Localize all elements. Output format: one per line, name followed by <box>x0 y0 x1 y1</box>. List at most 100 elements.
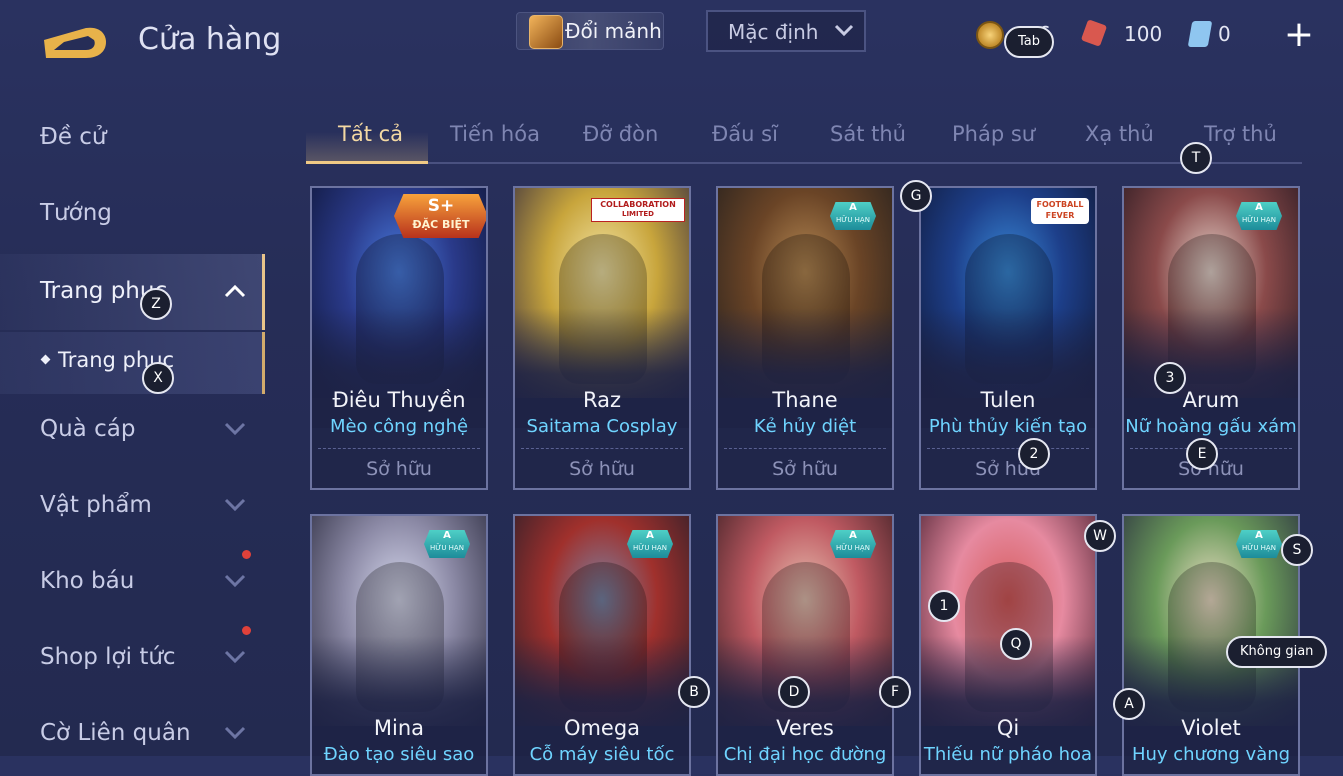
back-arrow-icon[interactable] <box>40 22 108 62</box>
bullet-icon <box>40 354 51 365</box>
tab-assassin[interactable]: Sát thủ <box>830 122 906 146</box>
rarity-badge: S+ ĐẶC BIỆT <box>394 194 486 238</box>
sidebar-item-heroes[interactable]: Tướng <box>0 180 262 250</box>
badge-note: HỮU HẠN <box>430 544 464 552</box>
badge-rank: A <box>646 530 654 541</box>
gem-counter: 100 <box>1080 19 1164 50</box>
card-icon <box>1187 21 1213 47</box>
coin-icon <box>976 21 1004 49</box>
skin-name: Cỗ máy siêu tốc <box>529 744 675 765</box>
skin-name: Kẻ hủy diệt <box>753 416 857 437</box>
sort-dropdown[interactable]: Mặc định <box>706 10 866 52</box>
hero-name: Raz <box>582 388 622 412</box>
skin-card[interactable]: FOOTBALL FEVER Tulen Phù thủy kiến tạo Sở hữ… <box>919 186 1097 490</box>
key-hint-badge: Z <box>140 288 172 320</box>
card-divider <box>521 448 683 450</box>
tab-all[interactable]: Tất cả <box>338 122 403 146</box>
key-hint-badge: F <box>879 676 911 708</box>
gem-icon <box>1080 19 1108 47</box>
hero-name: Veres <box>776 716 834 740</box>
sidebar: Đề cử Tướng Trang phục Trang phục Quà cá… <box>0 100 265 756</box>
card-divider <box>927 448 1089 450</box>
key-hint-badge: 3 <box>1154 362 1186 394</box>
tab-support[interactable]: Trợ thủ <box>1204 122 1277 146</box>
sidebar-item-label: Quà cáp <box>40 416 136 442</box>
sidebar-item-label: Kho báu <box>40 568 135 594</box>
add-currency-button[interactable]: + <box>1283 17 1315 53</box>
key-hint-badge: W <box>1084 520 1116 552</box>
hero-name: Điêu Thuyền <box>332 388 466 412</box>
sidebar-item-gifts[interactable]: Quà cáp <box>0 396 262 466</box>
key-hint-badge: Không gian <box>1226 636 1328 668</box>
sidebar-item-recommended[interactable]: Đề cử <box>0 104 262 174</box>
exchange-shards-button[interactable]: Đổi mảnh <box>516 12 664 50</box>
skin-name: Nữ hoàng gấu xám <box>1125 416 1297 437</box>
hero-name: Violet <box>1181 716 1241 740</box>
shard-chest-icon <box>529 15 563 49</box>
badge-note: HỮU HẠN <box>836 544 870 552</box>
card-counter: 0 <box>1187 20 1250 50</box>
badge-rank: A <box>849 202 857 213</box>
badge-rank: A <box>1255 530 1263 541</box>
skin-name: Chị đại học đường <box>723 744 887 765</box>
sidebar-item-chess[interactable]: Cờ Liên quân <box>0 700 262 770</box>
badge-rank: A <box>443 530 451 541</box>
sidebar-item-label: Tướng <box>40 200 112 226</box>
key-hint-badge: Q <box>1000 628 1032 660</box>
skin-card[interactable]: S+ ĐẶC BIỆT Điêu Thuyền Mèo công nghệ Sở hữu <box>310 186 488 490</box>
badge-rank: FOOTBALL <box>1036 200 1084 209</box>
notification-dot <box>242 550 251 559</box>
tab-evolution[interactable]: Tiến hóa <box>450 122 540 146</box>
sidebar-item-profit-shop[interactable]: Shop lợi tức <box>0 624 262 694</box>
skin-name: Phù thủy kiến tạo <box>928 416 1088 437</box>
skin-name: Thiếu nữ pháo hoa <box>923 744 1093 765</box>
hero-name: Mina <box>373 716 425 740</box>
tab-fighter[interactable]: Đấu sĩ <box>712 122 778 146</box>
badge-note: HỮU HẠN <box>836 216 870 224</box>
skin-card[interactable]: A HỮU HẠN Veres Chị đại học đường <box>716 514 894 776</box>
chevron-down-icon <box>834 24 854 37</box>
key-hint-badge: G <box>900 180 932 212</box>
skin-card[interactable]: COLLABORATION LIMITED Raz Saitama Cosplay Sở… <box>513 186 691 490</box>
category-tabs: Tất cả Tiến hóa Đỡ đòn Đấu sĩ Sát thủ Ph… <box>306 116 1302 164</box>
chevron-up-icon <box>224 284 246 298</box>
sidebar-subitem-skins[interactable]: Trang phục <box>0 332 265 394</box>
skin-card[interactable]: A HỮU HẠN Omega Cỗ máy siêu tốc <box>513 514 691 776</box>
notification-dot <box>242 626 251 635</box>
sort-value: Mặc định <box>728 20 819 44</box>
page-title: Cửa hàng <box>138 22 282 57</box>
chevron-down-icon <box>224 498 246 512</box>
key-hint-badge: B <box>678 676 710 708</box>
key-hint-badge: 1 <box>928 590 960 622</box>
skin-card[interactable]: A HỮU HẠN Mina Đào tạo siêu sao <box>310 514 488 776</box>
owned-status: Sở hữu <box>366 458 432 480</box>
key-hint-badge: Tab <box>1004 26 1055 58</box>
rarity-badge: A HỮU HẠN <box>1236 202 1282 230</box>
card-value: 0 <box>1218 22 1231 46</box>
badge-note: HỮU HẠN <box>1242 544 1276 552</box>
chevron-down-icon <box>224 422 246 436</box>
gem-value: 100 <box>1124 22 1163 46</box>
chevron-down-icon <box>224 574 246 588</box>
key-hint-badge: E <box>1186 438 1218 470</box>
badge-note: HỮU HẠN <box>633 544 667 552</box>
hero-name: Omega <box>563 716 641 740</box>
rarity-badge: A HỮU HẠN <box>627 530 673 558</box>
sidebar-item-items[interactable]: Vật phẩm <box>0 472 262 542</box>
key-hint-badge: A <box>1113 688 1145 720</box>
rarity-badge: A HỮU HẠN <box>830 202 876 230</box>
hero-name: Tulen <box>980 388 1036 412</box>
key-hint-badge: S <box>1281 534 1313 566</box>
tab-marksman[interactable]: Xạ thủ <box>1085 122 1154 146</box>
tab-tank[interactable]: Đỡ đòn <box>583 122 658 146</box>
skin-card[interactable]: A HỮU HẠN Thane Kẻ hủy diệt Sở hữu <box>716 186 894 490</box>
sidebar-item-treasure[interactable]: Kho báu <box>0 548 262 618</box>
rarity-badge: A HỮU HẠN <box>1236 530 1282 558</box>
skin-name: Huy chương vàng <box>1131 744 1291 765</box>
sidebar-item-skins[interactable]: Trang phục <box>0 254 265 330</box>
tab-mage[interactable]: Pháp sư <box>952 122 1035 146</box>
card-divider <box>724 448 886 450</box>
badge-rank: S+ <box>427 196 455 216</box>
badge-rank: A <box>849 530 857 541</box>
active-tab-underline <box>306 161 428 164</box>
